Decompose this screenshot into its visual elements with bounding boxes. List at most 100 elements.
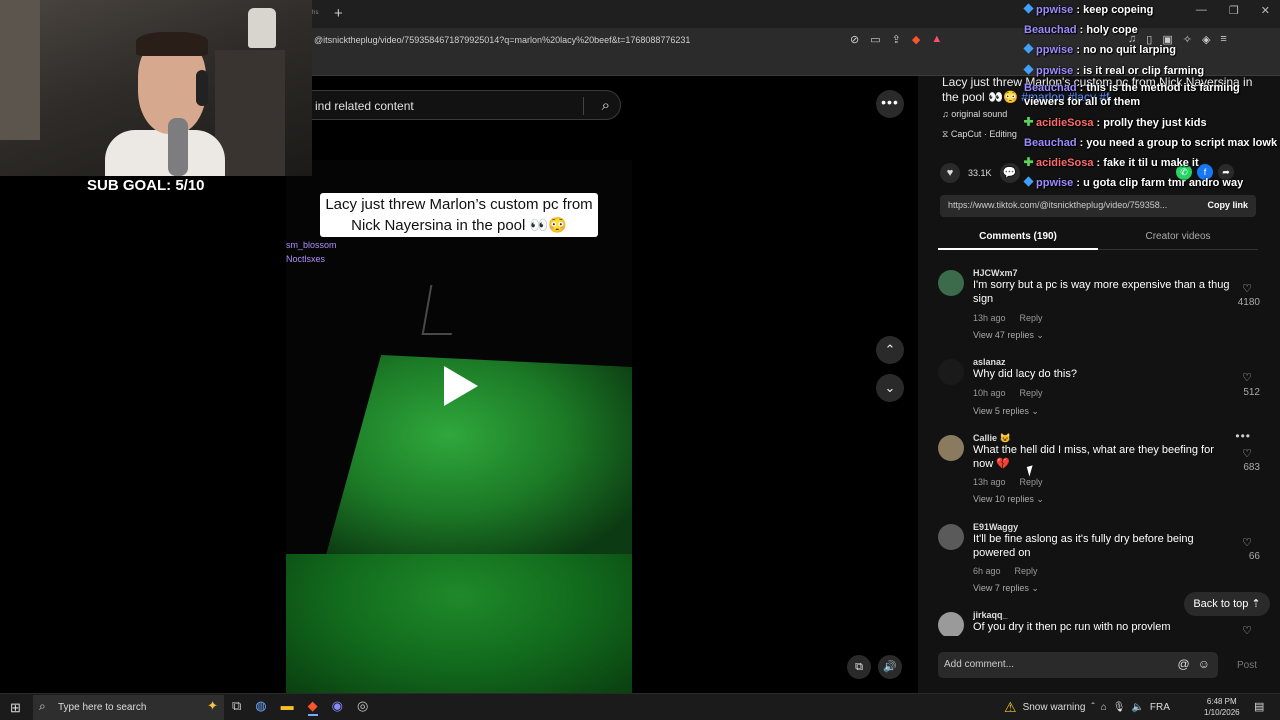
task-view-icon[interactable]: ⧉: [232, 698, 241, 716]
clock-time: 6:48 PM: [1206, 697, 1237, 706]
video-player[interactable]: [286, 160, 632, 693]
next-video-button[interactable]: ⌄: [876, 374, 904, 402]
volume-icon[interactable]: 🔊: [878, 655, 902, 679]
reply-button[interactable]: Reply: [1020, 313, 1043, 323]
heart-icon[interactable]: ♡: [1242, 536, 1252, 549]
brave-shields-icon[interactable]: ◆: [912, 33, 920, 46]
like-icon[interactable]: ♥: [940, 163, 960, 183]
comment-username[interactable]: jirkaqq_: [973, 610, 1008, 620]
avatar[interactable]: [938, 435, 964, 461]
chat-username: ppwise: [1036, 44, 1074, 57]
search-divider: [583, 97, 584, 115]
comment-username[interactable]: aslanaz: [973, 357, 1006, 367]
comment-text: I'm sorry but a pc is way more expensive…: [973, 279, 1230, 305]
overlay-name: Noctlsxes: [286, 254, 326, 264]
comment-text: Of you dry it then pc run with no provle…: [973, 621, 1171, 633]
search-bar[interactable]: ind related content ⌕: [296, 90, 621, 120]
tab-creator-videos[interactable]: Creator videos: [1098, 231, 1258, 242]
chat-text: u gota clip farm tmr andro way: [1083, 177, 1244, 190]
chat-message: ppwise : u gota clip farm tmr andro way: [1023, 173, 1280, 193]
reply-button[interactable]: Reply: [1020, 477, 1043, 487]
avatar[interactable]: [938, 612, 964, 636]
avatar[interactable]: [938, 270, 964, 296]
sound-label[interactable]: ♫ original sound: [942, 109, 1007, 119]
taskbar-search-input[interactable]: Type here to search: [58, 702, 146, 713]
taskbar-clock[interactable]: 6:48 PM 1/10/2026: [1204, 696, 1240, 718]
floating-player-icon[interactable]: ⧉: [847, 655, 871, 679]
view-replies-button[interactable]: View 7 replies ⌄: [973, 583, 1039, 594]
chat-username: ppwise: [1036, 64, 1074, 77]
add-comment-placeholder: Add comment...: [944, 659, 1015, 670]
chat-message: ppwise : is it real or clip farming: [1023, 61, 1280, 81]
warning-icon[interactable]: ⚠: [1004, 699, 1017, 716]
copilot-icon[interactable]: ◍: [255, 698, 266, 716]
like-count: 512: [1243, 387, 1260, 398]
chat-separator: :: [1076, 137, 1087, 150]
no-video-icon[interactable]: ⊘: [850, 33, 859, 46]
chat-badge-icon: [1023, 3, 1034, 14]
search-icon[interactable]: ⌕: [602, 97, 610, 114]
chat-username: ppwise: [1036, 4, 1074, 16]
more-options-button[interactable]: •••: [876, 90, 904, 118]
search-input[interactable]: ind related content: [315, 99, 414, 113]
avatar[interactable]: [938, 359, 964, 385]
stream-chat-overlay: ppwise : keep copeing Beauchad : holy cop…: [1023, 0, 1280, 194]
comment-username[interactable]: HJCWxm7: [973, 268, 1018, 278]
chat-separator: :: [1076, 24, 1087, 37]
copy-link-button[interactable]: Copy link: [1207, 200, 1248, 210]
network-icon[interactable]: ⌂: [1101, 702, 1107, 713]
tray-chevron-icon[interactable]: ˆ: [1091, 702, 1094, 713]
comment-input-icons: @ ☺: [1178, 657, 1210, 671]
previous-video-button[interactable]: ⌃: [876, 336, 904, 364]
discord-icon[interactable]: ◉: [332, 698, 343, 716]
video-overlay-names: sm_blossom Noctlsxes: [286, 238, 337, 266]
comment-text: It'll be fine aslong as it's fully dry b…: [973, 533, 1194, 559]
capcut-label[interactable]: ⧖ CapCut · Editing: [942, 129, 1017, 140]
chat-text: keep copeing: [1083, 4, 1154, 16]
reply-button[interactable]: Reply: [1020, 388, 1043, 398]
view-replies-button[interactable]: View 10 replies ⌄: [973, 494, 1044, 505]
video-scene-pool: [326, 355, 632, 555]
brave-rewards-icon[interactable]: ▲: [931, 33, 942, 46]
emoji-icon[interactable]: ☺: [1198, 657, 1210, 671]
comment-username[interactable]: E91Waggy: [973, 522, 1018, 532]
like-count: 4180: [1237, 297, 1260, 308]
comment-text: Why did lacy do this?: [973, 368, 1077, 380]
back-to-top-button[interactable]: Back to top ⇡: [1184, 592, 1270, 616]
play-icon[interactable]: [444, 366, 478, 406]
taskbar-search[interactable]: ⌕ Type here to search ✦: [33, 695, 224, 720]
view-replies-button[interactable]: View 5 replies ⌄: [973, 406, 1039, 417]
chat-username: ppwise: [1036, 177, 1074, 190]
tab-comments[interactable]: Comments (190): [938, 231, 1098, 250]
speaker-icon[interactable]: 🔈: [1131, 702, 1143, 713]
heart-icon[interactable]: ♡: [1242, 371, 1252, 384]
link-url: https://www.tiktok.com/@itsnicktheplug/v…: [948, 200, 1168, 210]
heart-icon[interactable]: ♡: [1242, 624, 1252, 636]
heart-icon[interactable]: ♡: [1242, 282, 1252, 295]
mic-icon[interactable]: 🎙: [1113, 702, 1126, 713]
new-tab-button[interactable]: +: [334, 5, 343, 22]
lang-label[interactable]: FRA: [1150, 702, 1170, 713]
mention-icon[interactable]: @: [1178, 657, 1190, 671]
notification-icon[interactable]: ▤: [1254, 700, 1264, 713]
view-replies-button[interactable]: View 47 replies ⌄: [973, 330, 1044, 341]
brave-browser-icon[interactable]: ◆: [307, 698, 318, 716]
share-icon[interactable]: ⇪: [892, 33, 901, 46]
screen: ʰˢ + — ❐ ✕ @itsnicktheplug/video/7593584…: [0, 0, 1280, 720]
tab-fragment[interactable]: ʰˢ: [312, 8, 319, 18]
url-field[interactable]: @itsnicktheplug/video/759358467187992501…: [314, 35, 690, 45]
post-button[interactable]: Post: [1237, 660, 1257, 671]
weather-label[interactable]: Snow warning: [1023, 702, 1086, 713]
cast-icon[interactable]: ▭: [870, 33, 880, 46]
chat-badge-icon: [1023, 176, 1034, 188]
add-comment-field[interactable]: Add comment... @ ☺: [938, 652, 1218, 678]
obs-icon[interactable]: ◎: [357, 698, 368, 716]
avatar[interactable]: [938, 524, 964, 550]
windows-start-icon[interactable]: ⊞: [10, 700, 21, 716]
comment-icon[interactable]: 💬: [999, 163, 1020, 183]
reply-button[interactable]: Reply: [1015, 566, 1038, 576]
comment-more-icon[interactable]: •••: [1235, 429, 1251, 443]
file-explorer-icon[interactable]: ▬: [281, 698, 294, 716]
heart-icon[interactable]: ♡: [1242, 447, 1252, 460]
comment-meta: 6h ago Reply: [973, 566, 1038, 576]
